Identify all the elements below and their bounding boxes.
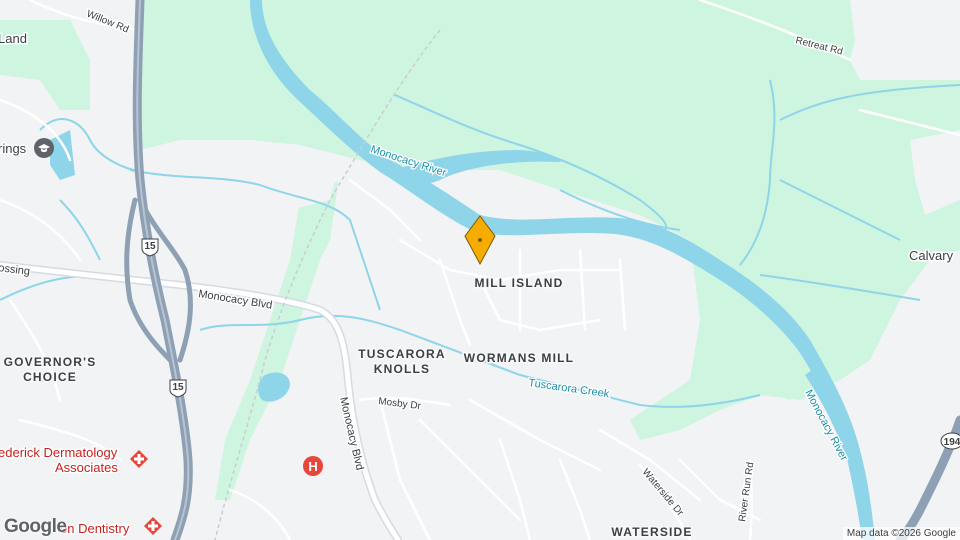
place-tuscarora-knolls-line1[interactable]: TUSCARORA: [357, 346, 446, 363]
place-land-fragment[interactable]: Land: [0, 30, 28, 48]
svg-text:H: H: [308, 459, 317, 474]
place-tuscarora-knolls-line2[interactable]: KNOLLS: [372, 361, 431, 378]
us15-shield-bottom-label: 15: [172, 382, 184, 393]
place-governors-choice-line2[interactable]: CHOICE: [22, 369, 78, 386]
us15-shield-top: 15: [141, 238, 159, 257]
md194-shield: 194: [940, 432, 960, 450]
place-waterside[interactable]: WATERSIDE: [610, 524, 693, 540]
map-attribution[interactable]: Map data ©2026 Google: [842, 527, 960, 540]
hospital-icon[interactable]: H: [303, 456, 323, 476]
place-calvary[interactable]: Calvary: [908, 247, 956, 265]
us15-shield-top-label: 15: [144, 241, 156, 252]
poi-dentistry[interactable]: on Dentistry: [59, 520, 132, 538]
place-mill-island[interactable]: MILL ISLAND: [473, 275, 564, 292]
us15-shield-bottom: 15: [169, 379, 187, 398]
place-governors-choice-line1[interactable]: GOVERNOR'S: [2, 354, 97, 371]
md194-shield-label: 194: [944, 437, 960, 448]
google-logo[interactable]: Google: [4, 516, 67, 538]
school-icon[interactable]: [34, 138, 54, 158]
poi-dermatology-line2[interactable]: Associates: [54, 459, 120, 477]
map-canvas[interactable]: 15 15 194 MILL ISLAND WORMANS MILL TUSCA…: [0, 0, 960, 540]
poi-dermatology-line1[interactable]: ederick Dermatology: [0, 444, 119, 462]
place-wormans-mill[interactable]: WORMANS MILL: [462, 350, 574, 367]
area-northeast: [850, 0, 960, 80]
place-springs-fragment[interactable]: rings: [0, 140, 28, 158]
